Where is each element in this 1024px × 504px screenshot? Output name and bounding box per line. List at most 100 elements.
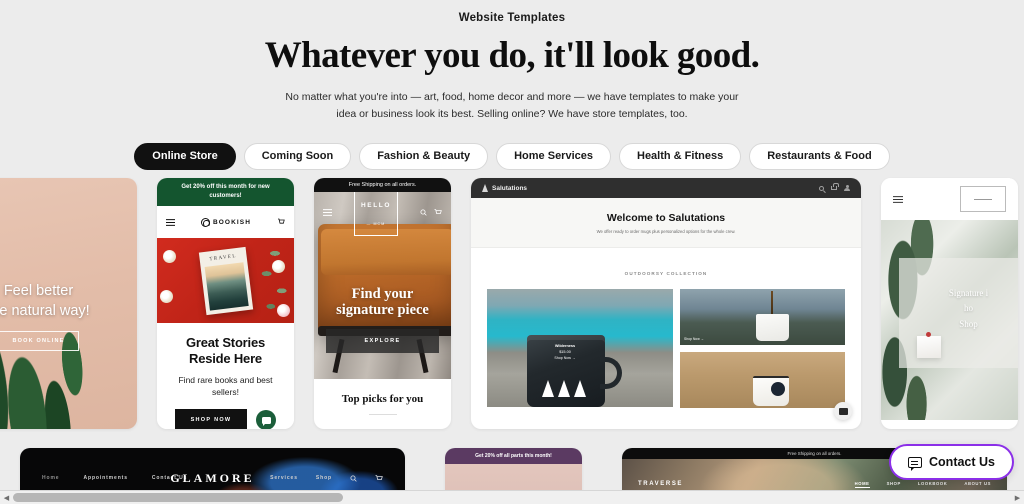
mcm-footer-heading: Top picks for you bbox=[341, 393, 424, 405]
contact-us-widget[interactable]: Contact Us bbox=[889, 444, 1014, 480]
template-card-bookish[interactable]: Get 20% off this month for new customers… bbox=[157, 178, 294, 429]
template-card-hello-mcm[interactable]: Free Shipping on all orders. HELLO — MCM bbox=[314, 178, 451, 429]
owl-emblem-icon bbox=[200, 217, 210, 227]
product-tile-printed-mug[interactable] bbox=[680, 352, 845, 408]
scrollbar-track[interactable] bbox=[13, 491, 1011, 504]
bookish-content: Great Stories Reside Here Find rare book… bbox=[157, 323, 294, 429]
mcm-shipping-banner: Free Shipping on all orders. bbox=[314, 178, 451, 192]
mcm-logo-line1: HELLO bbox=[360, 201, 392, 209]
auto-promo-banner: Get 20% off all parts this month! bbox=[445, 448, 582, 464]
filter-pill-health-fitness[interactable]: Health & Fitness bbox=[619, 143, 742, 171]
traverse-nav-home[interactable]: HOME bbox=[854, 481, 870, 488]
white-mug-image bbox=[755, 314, 789, 341]
bookish-cta-row: SHOP NOW bbox=[165, 409, 286, 429]
mcm-overlay: Find your signature piece EXPLORE bbox=[314, 286, 451, 354]
shopping-cart-icon[interactable] bbox=[277, 213, 285, 231]
filter-pill-home-services[interactable]: Home Services bbox=[496, 143, 611, 171]
gift-box-image bbox=[917, 332, 941, 358]
tree-graphic bbox=[542, 380, 586, 397]
shopping-cart-icon[interactable] bbox=[831, 183, 839, 191]
hero-section: Website Templates Whatever you do, it'll… bbox=[0, 0, 1024, 123]
scroll-right-arrow[interactable]: ▶ bbox=[1011, 494, 1024, 502]
rose-decoration bbox=[160, 290, 173, 303]
bookish-navbar: BOOKISH bbox=[157, 206, 294, 238]
search-icon[interactable] bbox=[420, 203, 427, 221]
product-shop-now-link[interactable]: Shop Now → bbox=[535, 356, 595, 360]
traverse-nav-lookbook[interactable]: LOOKBOOK bbox=[918, 481, 947, 488]
salutations-welcome-subtext: We offer ready to order mugs plus person… bbox=[596, 229, 736, 234]
chat-bubble-icon[interactable] bbox=[256, 410, 277, 429]
rose-decoration bbox=[272, 260, 285, 273]
filter-pill-fashion-beauty[interactable]: Fashion & Beauty bbox=[359, 143, 489, 171]
traverse-wordmark: TRAVERSE bbox=[638, 481, 684, 487]
shop-now-button[interactable]: SHOP NOW bbox=[174, 409, 248, 429]
glamore-nav-shop[interactable]: Shop bbox=[316, 475, 332, 481]
mug-print-graphic bbox=[770, 382, 785, 396]
filter-pill-coming-soon[interactable]: Coming Soon bbox=[243, 143, 352, 171]
mcm-navbar: HELLO — MCM bbox=[314, 192, 451, 237]
template-gallery-row-1: Feel better the natural way! BOOK ONLINE… bbox=[0, 178, 1018, 429]
bookish-subtext: Find rare books and best sellers! bbox=[178, 374, 273, 398]
signature-logo bbox=[960, 186, 1006, 212]
shopping-cart-icon[interactable] bbox=[434, 203, 442, 221]
salutations-section-header: OUTDOORSY COLLECTION bbox=[471, 248, 861, 289]
scroll-left-arrow[interactable]: ◀ bbox=[0, 494, 13, 502]
search-icon[interactable] bbox=[350, 469, 357, 487]
mcm-logo: HELLO — MCM bbox=[353, 192, 399, 237]
salutations-navbar: Salutations bbox=[471, 178, 861, 198]
natural-headline-line2: the natural way! bbox=[0, 302, 90, 319]
page-root: Website Templates Whatever you do, it'll… bbox=[0, 0, 1024, 504]
horizontal-scrollbar[interactable]: ◀ ▶ bbox=[0, 490, 1024, 504]
page-subhead: No matter what you're into — art, food, … bbox=[285, 91, 739, 121]
search-icon[interactable] bbox=[819, 185, 824, 191]
template-card-natural-wellness[interactable]: Feel better the natural way! BOOK ONLINE bbox=[0, 178, 137, 429]
signature-hero-image: Signature i ho Shop bbox=[881, 220, 1018, 420]
product-tile-column: Shop Now → bbox=[680, 289, 845, 408]
natural-overlay: Feel better the natural way! BOOK ONLINE bbox=[0, 282, 137, 352]
hamburger-menu-icon[interactable] bbox=[323, 203, 332, 221]
shopping-cart-icon[interactable] bbox=[375, 469, 383, 487]
product-info: Wilderness $15.00 Shop Now → bbox=[535, 344, 595, 360]
contact-us-label: Contact Us bbox=[929, 455, 995, 469]
user-account-icon[interactable] bbox=[844, 185, 850, 191]
printed-mug-image bbox=[752, 376, 789, 406]
hamburger-menu-icon[interactable] bbox=[893, 190, 903, 208]
travel-book-cover: TRAVEL bbox=[198, 246, 253, 315]
book-online-button[interactable]: BOOK ONLINE bbox=[0, 331, 79, 352]
salutations-welcome-heading: Welcome to Salutations bbox=[606, 212, 726, 224]
template-card-salutations[interactable]: Salutations Welcome to Salutations We of… bbox=[471, 178, 861, 429]
filter-pill-online-store[interactable]: Online Store bbox=[134, 143, 236, 171]
chat-widget-icon[interactable] bbox=[834, 402, 852, 420]
bookish-hero-image: TRAVEL bbox=[157, 238, 294, 323]
filter-pill-restaurants-food[interactable]: Restaurants & Food bbox=[749, 143, 890, 171]
product-price: $15.00 bbox=[559, 350, 571, 354]
divider bbox=[368, 414, 397, 415]
signature-headline-line2: ho bbox=[964, 303, 973, 314]
explore-button[interactable]: EXPLORE bbox=[326, 329, 439, 354]
hamburger-menu-icon[interactable] bbox=[166, 213, 175, 231]
bookish-wordmark: BOOKISH bbox=[212, 218, 252, 226]
mcm-headline-line1: Find your bbox=[351, 286, 414, 302]
tile-shop-now-link[interactable]: Shop Now → bbox=[684, 337, 704, 341]
mcm-headline-line2: signature piece bbox=[336, 302, 429, 319]
product-tile-pouring-coffee[interactable]: Shop Now → bbox=[680, 289, 845, 345]
salutations-welcome-block: Welcome to Salutations We offer ready to… bbox=[471, 198, 861, 248]
traverse-nav-about-us[interactable]: ABOUT US bbox=[964, 481, 991, 488]
page-eyebrow: Website Templates bbox=[458, 12, 566, 24]
template-card-signature[interactable]: Signature i ho Shop bbox=[881, 178, 1018, 429]
traverse-nav-shop[interactable]: SHOP bbox=[887, 481, 901, 488]
salutations-wordmark: Salutations bbox=[492, 184, 528, 192]
signature-navbar bbox=[881, 178, 1018, 220]
bookish-heading-line1: Great Stories bbox=[185, 335, 266, 350]
pine-tree-icon bbox=[482, 184, 488, 192]
product-tile-wilderness[interactable]: Wilderness $15.00 Shop Now → bbox=[487, 289, 673, 407]
book-cover-title: TRAVEL bbox=[208, 253, 237, 262]
category-filter-bar: Online Store Coming Soon Fashion & Beaut… bbox=[0, 143, 1024, 171]
mcm-logo-line2: — MCM bbox=[366, 222, 386, 226]
scrollbar-thumb[interactable] bbox=[13, 492, 343, 502]
flower-bud bbox=[926, 332, 931, 337]
product-name: Wilderness bbox=[554, 344, 576, 348]
salutations-nav-icons bbox=[819, 183, 850, 191]
glamore-nav-services[interactable]: Services bbox=[270, 475, 298, 481]
bookish-promo-banner: Get 20% off this month for new customers… bbox=[157, 178, 294, 206]
